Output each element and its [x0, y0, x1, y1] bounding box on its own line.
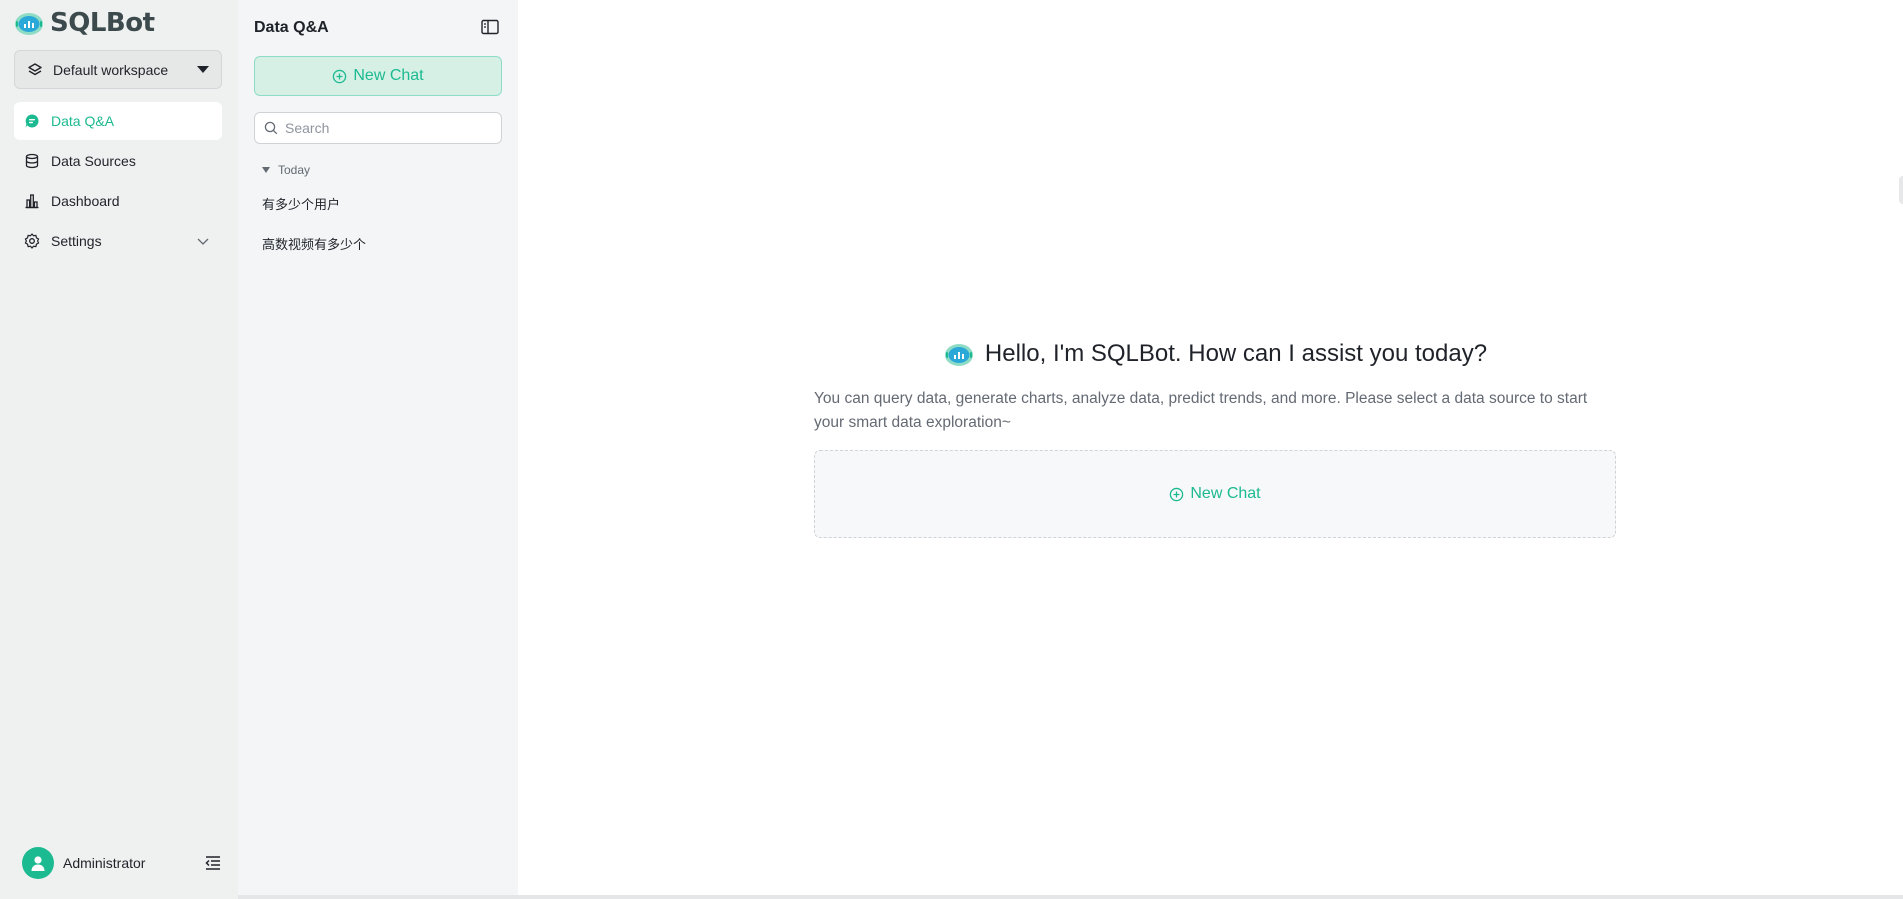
nav-item-label: Data Q&A: [51, 113, 115, 129]
chat-list-panel: Data Q&A New Chat Today 有多少个用户 高数视频有多少个: [238, 0, 518, 895]
main-menu: Data Q&A Data Sources Dashboard Settings: [14, 102, 222, 262]
collapse-menu-icon[interactable]: [204, 854, 222, 872]
app-logo[interactable]: SQLBot: [14, 8, 155, 38]
nav-item-data-qa[interactable]: Data Q&A: [14, 102, 222, 140]
sidebar-toggle-icon[interactable]: [481, 19, 499, 35]
app-name: SQLBot: [50, 8, 155, 38]
search-input[interactable]: [285, 120, 495, 136]
database-icon: [25, 153, 39, 169]
nav-item-label: Dashboard: [51, 193, 120, 209]
nav-item-settings[interactable]: Settings: [14, 222, 222, 260]
search-box[interactable]: [254, 112, 502, 144]
layers-icon: [28, 62, 42, 75]
gear-icon: [24, 233, 40, 249]
sqlbot-logo-icon: [15, 13, 43, 35]
user-profile[interactable]: Administrator: [22, 847, 222, 879]
search-icon: [264, 121, 278, 135]
conversation-item[interactable]: 有多少个用户: [254, 184, 502, 222]
chat-bubble-icon: [25, 114, 39, 128]
new-chat-label: New Chat: [353, 67, 424, 84]
sqlbot-logo-icon: [944, 344, 973, 366]
panel-title: Data Q&A: [254, 19, 329, 36]
welcome-header: Hello, I'm SQLBot. How can I assist you …: [814, 338, 1616, 370]
welcome-description: You can query data, generate charts, ana…: [814, 390, 1588, 431]
workspace-label: Default workspace: [53, 61, 169, 78]
chevron-down-icon[interactable]: [196, 234, 210, 248]
avatar[interactable]: [22, 847, 54, 879]
nav-item-data-sources[interactable]: Data Sources: [14, 142, 222, 180]
new-chat-button[interactable]: New Chat: [254, 56, 502, 96]
conversation-group-today[interactable]: Today: [262, 163, 310, 177]
caret-down-icon: [262, 167, 270, 173]
conversation-item[interactable]: 高数视频有多少个: [254, 224, 502, 262]
new-chat-button[interactable]: New Chat: [814, 450, 1616, 538]
plus-circle-icon: [1170, 487, 1184, 501]
bottom-border: [238, 895, 1903, 899]
left-navigation: SQLBot Default workspace Data Q&A Data S…: [0, 0, 238, 899]
nav-item-label: Settings: [51, 233, 102, 249]
main-content: Hello, I'm SQLBot. How can I assist you …: [518, 0, 1903, 895]
nav-item-dashboard[interactable]: Dashboard: [14, 182, 222, 220]
user-name: Administrator: [63, 855, 146, 871]
caret-down-icon: [197, 66, 209, 73]
new-chat-label: New Chat: [1190, 485, 1261, 502]
welcome-title: Hello, I'm SQLBot. How can I assist you …: [984, 340, 1488, 367]
group-label: Today: [278, 163, 311, 177]
user-icon: [31, 856, 45, 871]
workspace-selector[interactable]: Default workspace: [14, 50, 222, 89]
bar-chart-icon: [25, 194, 39, 209]
plus-circle-icon: [333, 69, 347, 83]
nav-item-label: Data Sources: [51, 153, 136, 169]
side-drawer-handle[interactable]: [1899, 176, 1903, 204]
